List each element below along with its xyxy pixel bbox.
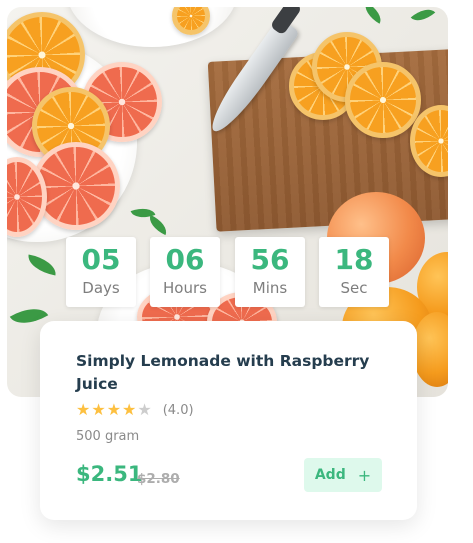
countdown-secs-value: 18: [334, 243, 374, 276]
rating-value: (4.0): [162, 402, 194, 418]
countdown-mins-value: 56: [250, 243, 290, 276]
orange-slice: [345, 62, 421, 138]
countdown-hours-value: 06: [165, 243, 205, 276]
star-icon: ★: [91, 400, 106, 419]
mint-leaf: [25, 254, 59, 276]
countdown-mins: 56 Mins: [235, 237, 305, 307]
star-icon: ★: [122, 400, 137, 419]
star-icon: ★: [106, 400, 122, 419]
star-icon: ★: [76, 400, 91, 419]
add-to-cart-button[interactable]: Add +: [304, 458, 382, 492]
plate-top: [67, 7, 237, 47]
product-card: Simply Lemonade with Raspberry Juice ★ ★…: [40, 321, 417, 520]
countdown-hours-label: Hours: [163, 279, 207, 297]
plus-icon: +: [357, 465, 372, 485]
countdown-days-label: Days: [82, 279, 120, 297]
product-weight: 500 gram: [76, 429, 140, 444]
mint-leaf: [410, 7, 436, 27]
mint-leaf: [145, 214, 171, 236]
countdown-secs-label: Sec: [340, 279, 368, 297]
star-empty-icon: ★: [137, 400, 152, 419]
product-title[interactable]: Simply Lemonade with Raspberry Juice: [76, 350, 376, 396]
deal-countdown: 05 Days 06 Hours 56 Mins 18 Sec: [66, 237, 389, 307]
mint-leaf: [360, 7, 386, 24]
product-price: $2.51: [76, 462, 143, 486]
countdown-days-value: 05: [81, 243, 121, 276]
countdown-mins-label: Mins: [252, 279, 288, 297]
product-old-price: $2.80: [137, 471, 180, 487]
add-button-label: Add: [314, 467, 346, 483]
product-rating: ★ ★ ★ ★ ★ (4.0): [76, 401, 194, 419]
countdown-hours: 06 Hours: [150, 237, 220, 307]
countdown-secs: 18 Sec: [319, 237, 389, 307]
countdown-days: 05 Days: [66, 237, 136, 307]
